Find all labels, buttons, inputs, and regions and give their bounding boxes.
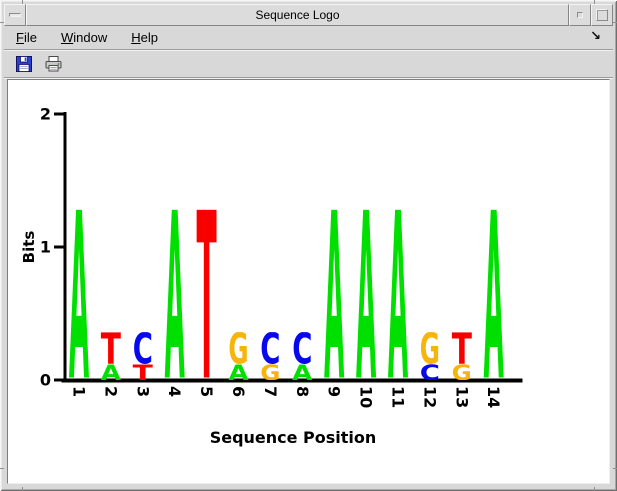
print-button[interactable] <box>42 53 64 75</box>
logo-stack-7: GC <box>260 332 280 380</box>
x-tick-label: 2 <box>101 386 120 397</box>
frame-notch <box>613 468 617 469</box>
save-button[interactable] <box>13 53 35 75</box>
window-title: Sequence Logo <box>26 4 569 26</box>
menu-window[interactable]: Window <box>59 28 109 47</box>
frame-notch <box>594 487 595 491</box>
y-tick-label: 1 <box>40 238 51 257</box>
x-tick-label: 4 <box>165 386 184 397</box>
menu-file[interactable]: File <box>14 28 39 47</box>
x-tick-label: 6 <box>229 386 248 397</box>
x-tick-label: 10 <box>357 386 376 408</box>
x-tick-label: 3 <box>133 386 152 397</box>
x-tick-label: 7 <box>261 386 280 397</box>
printer-icon <box>45 55 61 71</box>
y-tick-label: 0 <box>40 371 51 390</box>
sequence-logo-plot: 012Bits A1AT2TC3 A4 T5AG6GC7AC8 A9 A10 A11CG12… <box>20 105 523 447</box>
logo-stack-2: AT <box>101 332 122 380</box>
window-menu-dash-icon <box>9 13 21 17</box>
maximize-square-icon <box>596 9 608 21</box>
logo-stack-6: AG <box>228 332 249 380</box>
x-tick-label: 5 <box>197 386 216 397</box>
window-menu-button[interactable] <box>4 4 26 26</box>
sequence-logo-panel: 0 1 2 Bits A 1 A T 2 T C 3 A 4 T 5 A G 6 G C 7 A C 8 A 9 A 10 A 11 C G 12… <box>7 79 610 484</box>
frame-notch <box>22 487 23 491</box>
x-tick-label: 13 <box>452 386 471 408</box>
x-tick-label: 12 <box>420 386 439 408</box>
logo-stack-12: CG <box>420 332 440 380</box>
frame-notch <box>613 22 617 23</box>
logo-stack-8: AC <box>292 332 313 380</box>
menu-help[interactable]: Help <box>129 28 160 47</box>
menubar: File Window Help ↘ <box>4 26 613 50</box>
y-tick-label: 2 <box>40 105 51 124</box>
toolbar <box>4 50 613 78</box>
floppy-disk-icon <box>16 55 32 72</box>
x-tick-label: 11 <box>389 386 408 408</box>
logo-stack-3: TC <box>133 332 153 380</box>
x-tick-label: 9 <box>325 386 344 397</box>
app-window: Sequence Logo File Window Help ↘ 0 1 2 B… <box>0 0 617 491</box>
logo-stack-13: GT <box>452 332 472 380</box>
x-tick-label: 14 <box>484 386 503 408</box>
minimize-button[interactable] <box>569 4 591 26</box>
southeast-arrow-icon[interactable]: ↘ <box>590 29 601 44</box>
titlebar: Sequence Logo <box>4 4 613 26</box>
minimize-square-icon <box>577 12 583 18</box>
sequence-logo-chart: 0 1 2 Bits A 1 A T 2 T C 3 A 4 T 5 A G 6 G C 7 A C 8 A 9 A 10 A 11 C G 12… <box>8 80 609 483</box>
y-axis-label: Bits <box>20 231 38 264</box>
x-axis-label: Sequence Position <box>210 428 377 447</box>
maximize-button[interactable] <box>591 4 613 26</box>
window-client-area: Sequence Logo File Window Help ↘ 0 1 2 B… <box>4 4 613 487</box>
x-tick-label: 1 <box>70 386 89 397</box>
x-tick-label: 8 <box>293 386 312 397</box>
